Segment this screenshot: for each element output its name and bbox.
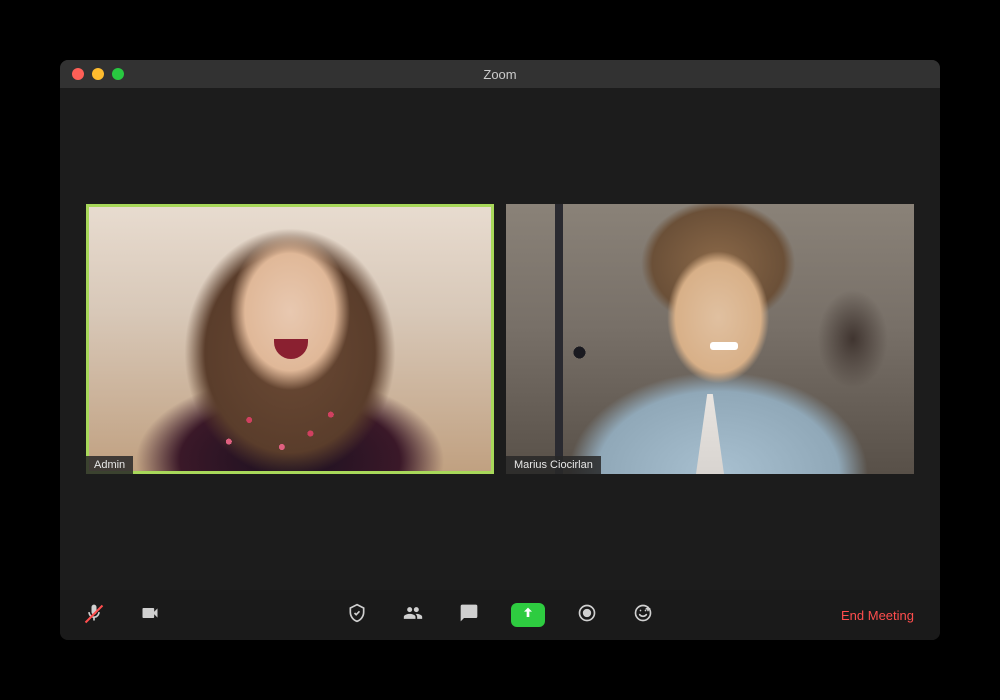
window-title: Zoom bbox=[60, 67, 940, 82]
toolbar-right-group: End Meeting bbox=[835, 604, 920, 627]
meeting-toolbar: End Meeting bbox=[60, 590, 940, 640]
shield-icon bbox=[347, 603, 367, 628]
share-screen-icon bbox=[520, 605, 536, 626]
window-minimize-button[interactable] bbox=[92, 68, 104, 80]
participant-video bbox=[506, 204, 914, 474]
toggle-video-button[interactable] bbox=[136, 601, 164, 629]
toolbar-center-group bbox=[164, 601, 835, 629]
window-fullscreen-button[interactable] bbox=[112, 68, 124, 80]
traffic-lights bbox=[60, 68, 124, 80]
participants-icon bbox=[403, 603, 423, 628]
window-close-button[interactable] bbox=[72, 68, 84, 80]
chat-icon bbox=[459, 603, 479, 628]
reactions-icon bbox=[633, 603, 653, 628]
record-icon bbox=[577, 603, 597, 628]
security-button[interactable] bbox=[343, 601, 371, 629]
participant-name-label: Admin bbox=[86, 456, 133, 474]
participant-tile-marius[interactable]: Marius Ciocirlan bbox=[506, 204, 914, 474]
reactions-button[interactable] bbox=[629, 601, 657, 629]
end-meeting-button[interactable]: End Meeting bbox=[835, 604, 920, 627]
participant-name-label: Marius Ciocirlan bbox=[506, 456, 601, 474]
share-screen-button[interactable] bbox=[511, 603, 545, 627]
zoom-window: Zoom Admin Marius Ciocirlan bbox=[60, 60, 940, 640]
participant-video bbox=[86, 204, 494, 474]
record-button[interactable] bbox=[573, 601, 601, 629]
video-grid: Admin Marius Ciocirlan bbox=[60, 88, 940, 590]
microphone-muted-icon bbox=[84, 603, 104, 628]
participants-button[interactable] bbox=[399, 601, 427, 629]
camera-icon bbox=[140, 603, 160, 628]
mute-audio-button[interactable] bbox=[80, 601, 108, 629]
titlebar: Zoom bbox=[60, 60, 940, 88]
toolbar-left-group bbox=[80, 601, 164, 629]
chat-button[interactable] bbox=[455, 601, 483, 629]
participant-tile-admin[interactable]: Admin bbox=[86, 204, 494, 474]
